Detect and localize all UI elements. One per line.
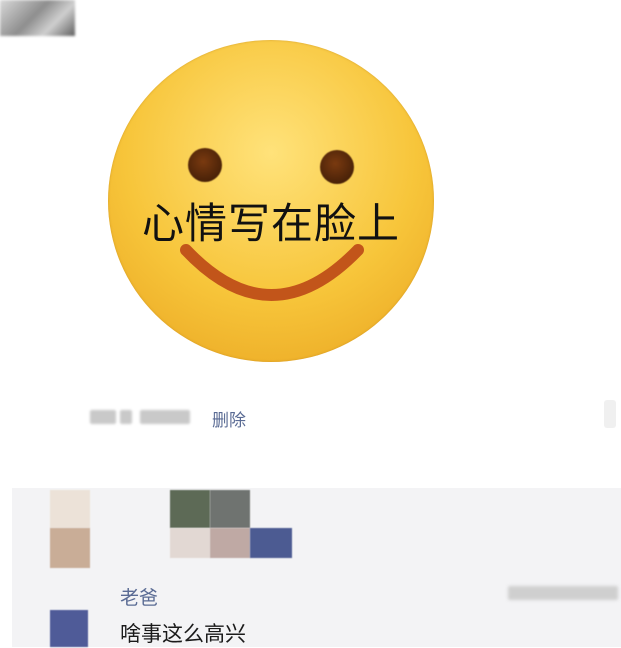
comment-author[interactable]: 老爸 <box>120 583 158 610</box>
comment-text: 啥事这么高兴 <box>120 622 246 646</box>
poster-avatar[interactable] <box>0 0 75 36</box>
more-actions-button[interactable] <box>604 400 616 428</box>
delete-button[interactable]: 删除 <box>212 406 246 431</box>
emoji-image[interactable]: 心情写在脸上 <box>108 40 434 362</box>
emoji-caption: 心情写在脸上 <box>141 199 400 248</box>
commenter-avatar[interactable] <box>50 610 88 647</box>
comment-section <box>12 488 621 647</box>
comment-timestamp <box>508 586 618 600</box>
